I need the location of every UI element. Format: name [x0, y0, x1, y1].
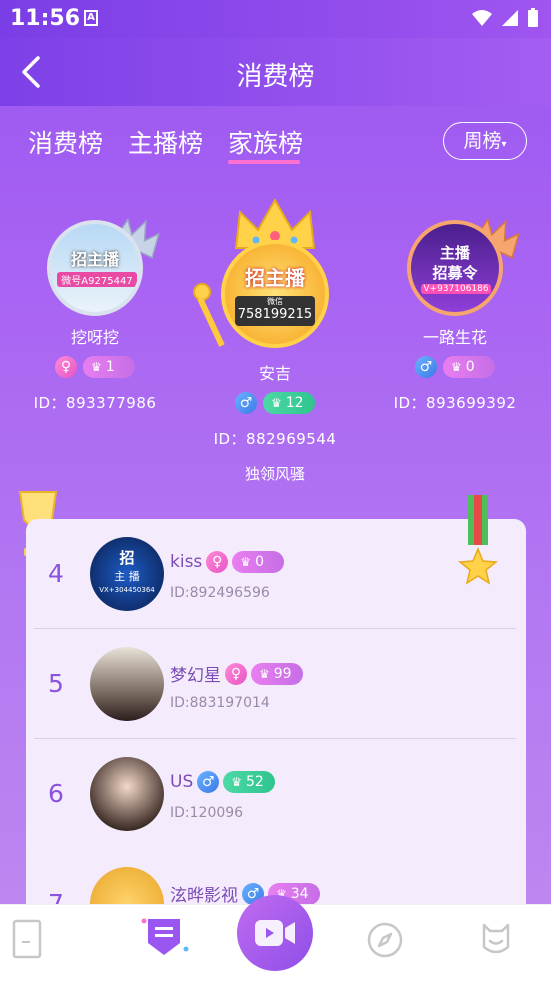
header: 消费榜: [0, 38, 551, 106]
user-name: 梦幻星: [170, 666, 221, 686]
profile-icon[interactable]: [476, 919, 516, 959]
user-id: ID:120096: [170, 805, 244, 821]
podium-name: 安吉: [258, 364, 291, 383]
tab-family[interactable]: 家族榜: [228, 124, 303, 160]
tab-active-indicator: [228, 160, 300, 164]
podium-third[interactable]: 主播 招募令 V+937106186 一路生花 ♂ ♛ 0 ID：89369939…: [380, 217, 530, 413]
chevron-down-icon: ▾: [501, 139, 507, 150]
crown-mini-icon: ♛: [451, 360, 462, 374]
avatar-text-mid: 招募令: [432, 264, 478, 282]
female-icon: ♀: [55, 356, 77, 378]
crown-mini-icon: ♛: [240, 555, 252, 569]
podium-slogan: 独领风骚: [244, 465, 305, 483]
screen: 11:56 A 消费榜 消费榜 主播榜 家族榜 周榜▾ 招主播 微号A92754…: [0, 0, 551, 981]
female-icon: ♀: [206, 551, 229, 573]
list-item[interactable]: 4 招 主 播 VX+304450364 kiss ♀ ♛ 0 ID:892496…: [30, 519, 520, 629]
male-icon: ♂: [235, 392, 257, 414]
status-time: 11:56: [10, 6, 81, 31]
ranking-list: 4 招 主 播 VX+304450364 kiss ♀ ♛ 0 ID:892496…: [26, 495, 526, 941]
level-value: 1: [105, 359, 115, 375]
rank-number: 4: [48, 559, 64, 588]
badges: ♂ ♛ 0: [380, 356, 530, 378]
level-badge: ♛ 99: [251, 662, 303, 685]
avatar: 招 主 播 VX+304450364: [90, 537, 164, 611]
badges: ♀ ♛ 1: [20, 356, 170, 378]
tab-bar: 消费榜 主播榜 家族榜 周榜▾: [0, 120, 551, 170]
page-title: 消费榜: [236, 62, 315, 92]
podium-id: ID：882969544: [213, 430, 337, 448]
level-badge: ♛ 52: [223, 771, 276, 793]
level-badge: ♛ 0: [443, 356, 495, 378]
compass-icon[interactable]: [366, 921, 404, 959]
row-name: 梦幻星 ♀ ♛ 99: [170, 661, 303, 686]
podium-first[interactable]: 招主播 微信 758199215 安吉 ♂ ♛ 12 ID：882969544 独…: [193, 190, 350, 484]
live-video-button[interactable]: [237, 895, 313, 971]
crown-mini-icon: ♛: [259, 666, 270, 681]
level-value: 0: [255, 554, 264, 570]
signal-icon: [502, 10, 518, 26]
level-badge: ♛ 12: [263, 392, 315, 414]
user-name: 泫晔影视: [170, 886, 238, 906]
wifi-icon: [472, 10, 492, 26]
level-badge: ♛ 0: [232, 551, 285, 573]
bottom-nav: [0, 895, 551, 981]
podium-name: 一路生花: [422, 328, 487, 347]
podium-name: 挖呀挖: [70, 328, 119, 347]
user-id: ID:892496596: [170, 585, 270, 601]
podium: 招主播 微号A9275447 挖呀挖 ♀ ♛ 1 ID：893377986 招主播: [0, 190, 551, 490]
ranking-icon[interactable]: [140, 915, 190, 959]
video-camera-icon: [255, 920, 295, 946]
crown-mini-icon: ♛: [91, 360, 102, 374]
avatar: 主播 招募令 V+937106186: [407, 220, 503, 316]
avatar: 招主播 微信 758199215: [221, 240, 329, 348]
level-badge: ♛ 1: [83, 356, 135, 378]
avatar: [90, 757, 164, 831]
row-name: US ♂ ♛ 52: [170, 771, 276, 793]
tab-consumption[interactable]: 消费榜: [28, 124, 103, 160]
male-icon: ♂: [415, 356, 437, 378]
avatar: 招主播 微号A9275447: [47, 220, 143, 316]
rank-number: 5: [48, 669, 64, 698]
avatar: [90, 647, 164, 721]
avatar-text-code: 微号A9275447: [57, 272, 137, 287]
avatar-text-top: 招主播: [245, 266, 305, 290]
avatar-text-top: 主播: [439, 244, 470, 262]
level-value: 0: [465, 359, 475, 375]
crown-mini-icon: ♛: [231, 775, 242, 789]
avatar-text-code: V+937106186: [421, 284, 491, 294]
avatar-text-top: 招主播: [70, 250, 119, 269]
phone-icon[interactable]: [12, 919, 42, 959]
level-value: 99: [273, 665, 292, 682]
podium-second[interactable]: 招主播 微号A9275447 挖呀挖 ♀ ♛ 1 ID：893377986: [20, 217, 170, 413]
level-value: 52: [246, 774, 264, 790]
avatar-code-box: 微信 758199215: [235, 296, 315, 326]
list-item[interactable]: 6 US ♂ ♛ 52 ID:120096: [30, 739, 520, 849]
tab-anchor[interactable]: 主播榜: [128, 124, 203, 160]
male-icon: ♂: [197, 771, 220, 793]
user-id: ID:883197014: [170, 695, 270, 711]
avatar-text-mid: 主 播: [114, 570, 140, 583]
status-a-icon: A: [84, 10, 98, 26]
level-value: 12: [285, 395, 304, 411]
avatar-text-code: VX+304450364: [99, 586, 155, 594]
user-name: kiss: [170, 552, 203, 572]
list-item[interactable]: 5 梦幻星 ♀ ♛ 99 ID:883197014: [30, 629, 520, 739]
user-name: US: [170, 772, 194, 792]
period-dropdown[interactable]: 周榜▾: [443, 122, 527, 160]
row-name: kiss ♀ ♛ 0: [170, 551, 285, 573]
female-icon: ♀: [225, 662, 247, 685]
podium-id: ID：893377986: [33, 394, 157, 412]
avatar-text-code: 758199215: [237, 307, 313, 322]
battery-icon: [528, 8, 538, 27]
status-icons: [471, 8, 539, 28]
avatar-text-top: 招: [119, 549, 135, 567]
podium-id: ID：893699392: [393, 394, 517, 412]
period-label: 周榜: [463, 130, 502, 152]
avatar-text-mid: 微信: [267, 297, 283, 306]
rank-number: 6: [48, 779, 64, 808]
status-bar: 11:56 A: [0, 0, 551, 38]
crown-mini-icon: ♛: [271, 396, 282, 410]
badges: ♂ ♛ 12: [200, 392, 350, 414]
